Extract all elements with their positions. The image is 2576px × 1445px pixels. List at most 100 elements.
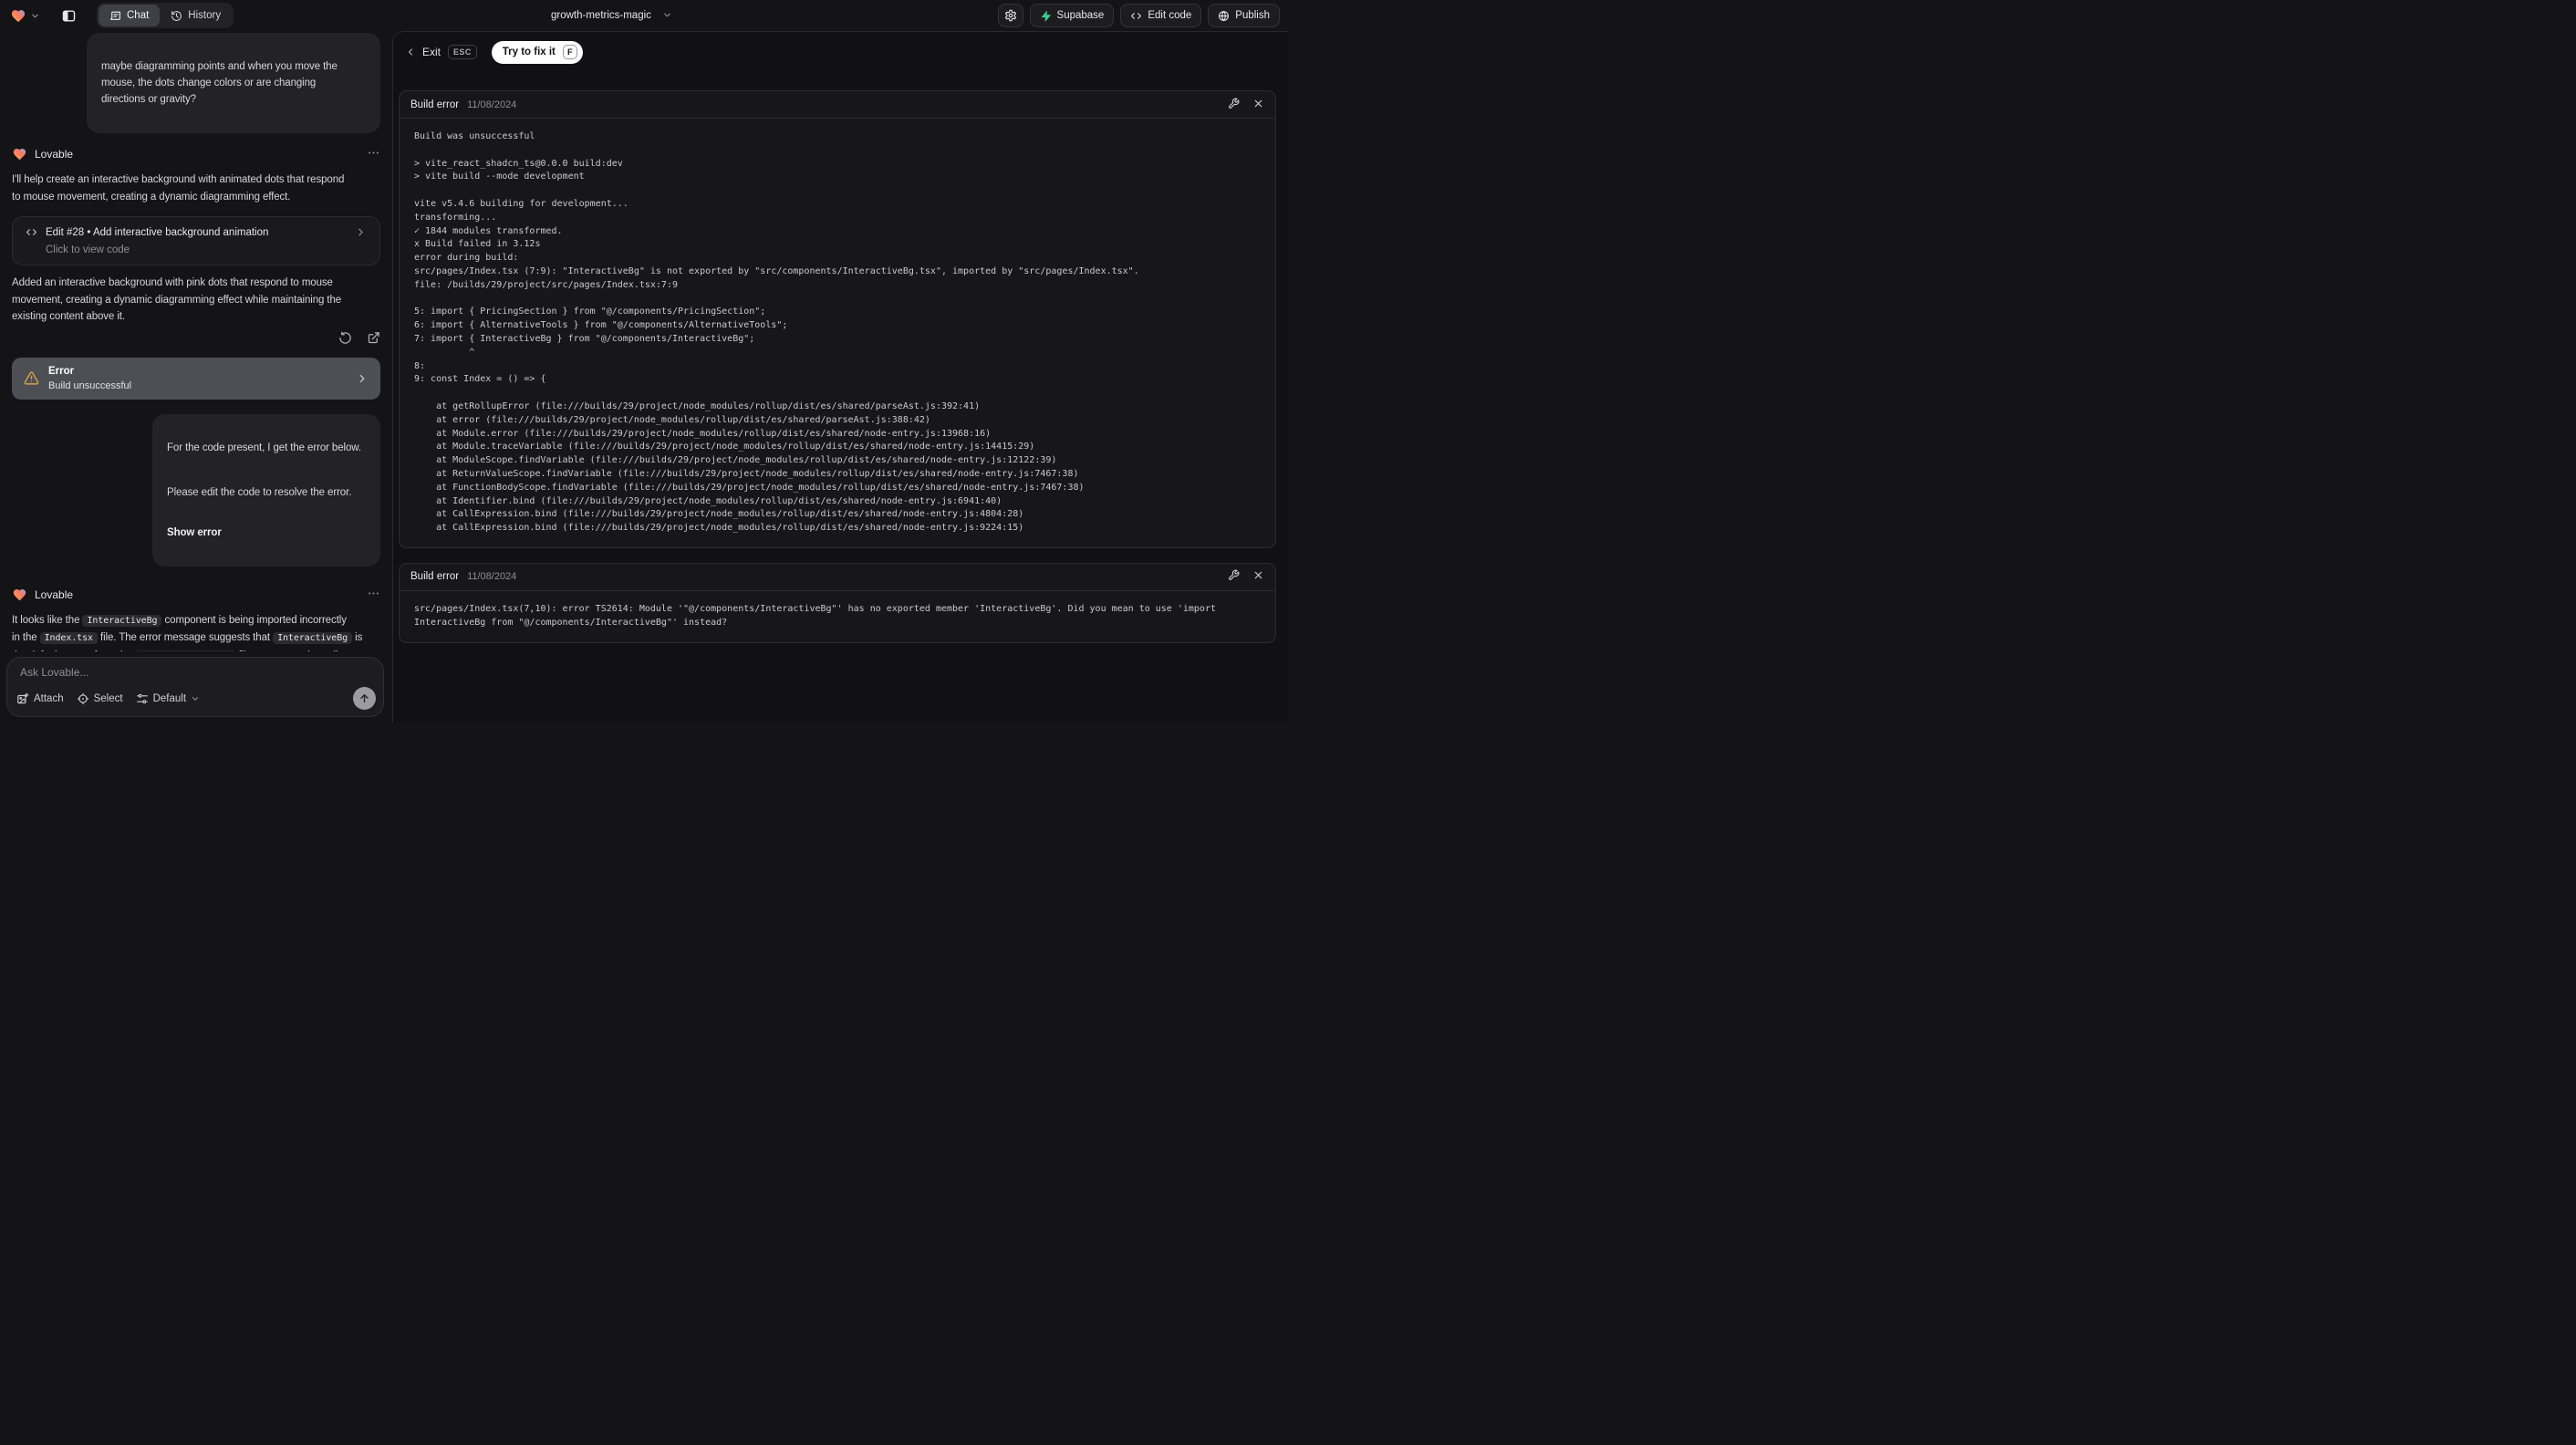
lovable-heart-icon — [10, 8, 26, 24]
user-message: For the code present, I get the error be… — [152, 413, 380, 567]
attach-button[interactable]: Attach — [16, 692, 64, 705]
composer: Attach Select Default — [6, 657, 384, 717]
topbar: Chat History growth-metrics-magic Supaba… — [0, 0, 1288, 31]
chat-input[interactable] — [7, 658, 383, 685]
lovable-heart-icon — [12, 587, 27, 602]
close-icon — [1252, 569, 1264, 581]
edit-card-subtitle: Click to view code — [46, 244, 130, 255]
close-error-button[interactable] — [1252, 569, 1264, 584]
project-switcher-button[interactable] — [662, 9, 672, 23]
error-chip-title: Error — [48, 365, 75, 377]
text-run: It looks like the — [12, 614, 83, 626]
attach-label: Attach — [34, 692, 64, 704]
assistant-name: Lovable — [35, 148, 74, 161]
try-to-fix-button[interactable]: Try to fix it F — [491, 40, 583, 64]
chat-history-tabs: Chat History — [97, 3, 234, 28]
code-icon — [26, 226, 37, 238]
supabase-icon — [1040, 10, 1052, 22]
sidebar-toggle-button[interactable] — [55, 3, 82, 28]
select-label: Select — [93, 692, 123, 704]
assistant-name: Lovable — [35, 587, 74, 601]
wrench-icon — [1228, 569, 1240, 581]
supabase-button[interactable]: Supabase — [1029, 4, 1115, 27]
chat-message-list[interactable]: maybe diagramming points and when you mo… — [0, 31, 392, 651]
chevron-right-icon — [355, 226, 367, 238]
tab-history-label: History — [188, 10, 222, 21]
arrow-up-icon — [358, 692, 370, 704]
assistant-message-header: Lovable — [12, 146, 380, 162]
inline-code: InteractiveBg — [82, 614, 162, 627]
build-error-header: Build error 11/08/2024 — [400, 564, 1275, 591]
tab-chat[interactable]: Chat — [99, 5, 161, 26]
restore-button[interactable] — [338, 331, 352, 348]
code-icon — [1130, 10, 1142, 22]
assistant-summary-text: Added an interactive background with pin… — [12, 277, 342, 322]
fix-error-button[interactable] — [1228, 569, 1240, 584]
chat-sidebar: maybe diagramming points and when you mo… — [0, 31, 392, 722]
assistant-fix-text: It looks like the InteractiveBg componen… — [12, 612, 380, 651]
more-options-icon — [367, 587, 380, 600]
assistant-intro-text: I'll help create an interactive backgrou… — [12, 174, 345, 203]
gear-icon — [1004, 9, 1017, 22]
edit-code-button[interactable]: Edit code — [1120, 4, 1202, 27]
send-button[interactable] — [353, 687, 376, 710]
settings-button[interactable] — [997, 4, 1023, 27]
sliders-icon — [136, 692, 149, 705]
edit-code-label: Edit code — [1148, 10, 1192, 21]
fix-error-button[interactable] — [1228, 98, 1240, 112]
crosshair-icon — [77, 692, 89, 705]
mode-selector-button[interactable]: Default — [136, 692, 200, 705]
message-actions — [12, 331, 380, 348]
text-run: file. The error message suggests that — [97, 632, 274, 643]
close-error-button[interactable] — [1252, 98, 1264, 112]
f-key-hint: F — [562, 45, 577, 59]
edit-card-28[interactable]: Edit #28 • Add interactive background an… — [12, 216, 380, 265]
tab-chat-label: Chat — [127, 10, 150, 21]
tab-history[interactable]: History — [160, 5, 232, 26]
mode-label: Default — [152, 692, 187, 704]
exit-button[interactable]: Exit — [405, 46, 441, 58]
build-error-panel-1: Build error 11/08/2024 Build was unsucce… — [399, 90, 1276, 548]
lovable-heart-icon — [12, 147, 27, 161]
open-preview-button[interactable] — [367, 331, 380, 348]
close-icon — [1252, 98, 1264, 109]
select-element-button[interactable]: Select — [77, 692, 123, 705]
more-options-icon — [367, 146, 380, 160]
build-error-date: 11/08/2024 — [467, 99, 517, 110]
exit-label: Exit — [422, 46, 441, 58]
wrench-icon — [1228, 98, 1240, 109]
project-name: growth-metrics-magic — [551, 10, 651, 21]
user-message-line: For the code present, I get the error be… — [167, 442, 361, 453]
user-message-line: Please edit the code to resolve the erro… — [167, 486, 352, 498]
publish-button[interactable]: Publish — [1208, 4, 1280, 27]
build-error-header: Build error 11/08/2024 — [400, 91, 1275, 119]
assistant-message-header: Lovable — [12, 587, 380, 603]
history-icon — [171, 10, 182, 22]
error-overlay-panel: Exit ESC Try to fix it F Build error 11/… — [392, 31, 1288, 722]
build-log: src/pages/Index.tsx(7,10): error TS2614:… — [414, 603, 1216, 628]
inline-code: InteractiveBg.tsx — [134, 650, 236, 651]
build-log: Build was unsuccessful > vite_react_shad… — [414, 131, 1139, 534]
restore-icon — [338, 331, 352, 345]
user-message: maybe diagramming points and when you mo… — [87, 33, 380, 133]
lovable-logo-menu[interactable] — [8, 6, 42, 26]
message-options-button[interactable] — [367, 587, 380, 603]
chevron-down-icon — [662, 10, 672, 20]
build-error-title: Build error — [410, 99, 460, 110]
fix-toolbar: Exit ESC Try to fix it F — [405, 40, 1288, 64]
show-error-link[interactable]: Show error — [167, 525, 366, 541]
message-options-button[interactable] — [367, 146, 380, 162]
inline-code: InteractiveBg — [273, 632, 353, 644]
build-error-chip[interactable]: Error Build unsuccessful — [12, 357, 380, 400]
chevron-down-icon — [30, 11, 40, 21]
warning-triangle-icon — [24, 370, 39, 386]
globe-icon — [1218, 10, 1230, 22]
esc-key-hint: ESC — [448, 45, 477, 59]
inline-code: Index.tsx — [39, 632, 98, 644]
supabase-label: Supabase — [1056, 10, 1105, 21]
build-error-title: Build error — [410, 571, 460, 583]
panel-left-icon — [61, 8, 77, 24]
attach-image-icon — [16, 692, 29, 705]
publish-label: Publish — [1235, 10, 1270, 21]
build-error-panel-2: Build error 11/08/2024 src/pages/Index.t… — [399, 562, 1276, 643]
